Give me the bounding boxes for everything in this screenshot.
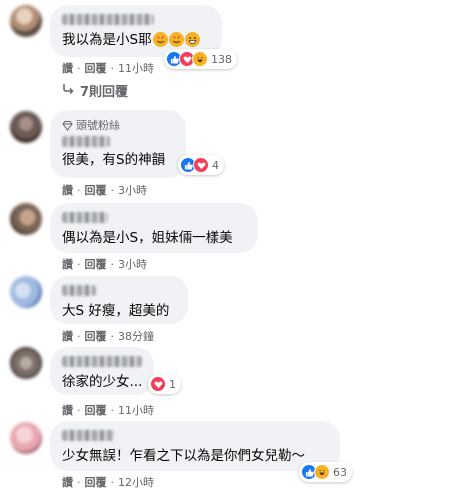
heart-eyes-emoji-icon (168, 32, 184, 47)
avatar[interactable] (10, 276, 42, 308)
comment-bubble: 少女無誤！乍看之下以為是你們女兒勒～ (50, 421, 340, 471)
avatar[interactable] (10, 422, 42, 454)
commenter-name[interactable] (62, 212, 108, 223)
reaction-count: 4 (212, 158, 219, 172)
comment-timestamp[interactable]: 3小時 (118, 182, 147, 198)
reaction-summary[interactable]: 138 (164, 49, 237, 69)
avatar[interactable] (10, 203, 42, 235)
comment-timestamp[interactable]: 11小時 (118, 60, 154, 76)
replies-label: 7則回覆 (80, 85, 129, 100)
reaction-summary[interactable]: 63 (299, 462, 352, 482)
comment-text: 我以為是小S耶 (62, 32, 152, 48)
reaction-count: 1 (169, 377, 176, 391)
heart-eyes-emoji-icon (152, 32, 168, 47)
reply-button[interactable]: 回覆 (85, 474, 107, 490)
avatar[interactable] (10, 347, 42, 379)
commenter-name[interactable] (62, 356, 142, 367)
reaction-count: 63 (333, 465, 347, 479)
comment-bubble: 大S 好瘦，超美的 (50, 276, 188, 324)
comment-text: 大S 好瘦，超美的 (62, 303, 170, 319)
grinning-emoji-icon (184, 32, 200, 47)
commenter-name[interactable] (62, 430, 114, 441)
comment-text: 偶以為是小S，姐妹倆一樣美 (62, 230, 233, 246)
like-button[interactable]: 讚 (62, 328, 73, 344)
comment-actions: 讚 · 回覆 · 11小時 (62, 402, 154, 418)
comment-bubble: 頭號粉絲 很美，有S的神韻 (50, 110, 186, 178)
commenter-name[interactable] (62, 136, 110, 147)
comment-text: 很美，有S的神韻 (62, 152, 166, 168)
comment-bubble: 徐家的少女... (50, 347, 154, 395)
comment-timestamp[interactable]: 11小時 (118, 402, 154, 418)
comment-timestamp[interactable]: 38分鐘 (118, 328, 154, 344)
emoji-group (152, 32, 201, 47)
love-reaction-icon (193, 157, 209, 173)
reply-button[interactable]: 回覆 (85, 328, 107, 344)
comment-text: 徐家的少女... (62, 374, 143, 390)
comment-actions: 讚 · 回覆 · 12小時 (62, 474, 154, 490)
comment-actions: 讚 · 回覆 · 3小時 (62, 256, 147, 272)
avatar[interactable] (10, 5, 42, 37)
haha-reaction-icon (192, 51, 208, 67)
like-button[interactable]: 讚 (62, 60, 73, 76)
reply-button[interactable]: 回覆 (85, 256, 107, 272)
reaction-summary[interactable]: 4 (178, 155, 224, 175)
reaction-count: 138 (211, 52, 232, 66)
reply-button[interactable]: 回覆 (85, 60, 107, 76)
comment-actions: 讚 · 回覆 · 38分鐘 (62, 328, 154, 344)
reply-button[interactable]: 回覆 (85, 182, 107, 198)
like-button[interactable]: 讚 (62, 256, 73, 272)
comment-bubble: 偶以為是小S，姐妹倆一樣美 (50, 203, 258, 253)
comment-text: 少女無誤！乍看之下以為是你們女兒勒～ (62, 448, 305, 464)
comment-timestamp[interactable]: 12小時 (118, 474, 154, 490)
reply-arrow-icon (62, 83, 74, 98)
view-replies-link[interactable]: 7則回覆 (62, 81, 128, 100)
comment-timestamp[interactable]: 3小時 (118, 256, 147, 272)
comment-actions: 讚 · 回覆 · 3小時 (62, 182, 147, 198)
like-button[interactable]: 讚 (62, 474, 73, 490)
like-button[interactable]: 讚 (62, 402, 73, 418)
love-reaction-icon (150, 376, 166, 392)
commenter-name[interactable] (62, 14, 154, 25)
avatar[interactable] (10, 111, 42, 143)
reply-button[interactable]: 回覆 (85, 402, 107, 418)
commenter-name[interactable] (62, 285, 96, 296)
haha-reaction-icon (314, 464, 330, 480)
reaction-summary[interactable]: 1 (148, 374, 181, 394)
comment-actions: 讚 · 回覆 · 11小時 (62, 60, 154, 76)
top-fan-badge: 頭號粉絲 (76, 119, 120, 132)
top-fan-badge-icon (62, 120, 73, 131)
like-button[interactable]: 讚 (62, 182, 73, 198)
